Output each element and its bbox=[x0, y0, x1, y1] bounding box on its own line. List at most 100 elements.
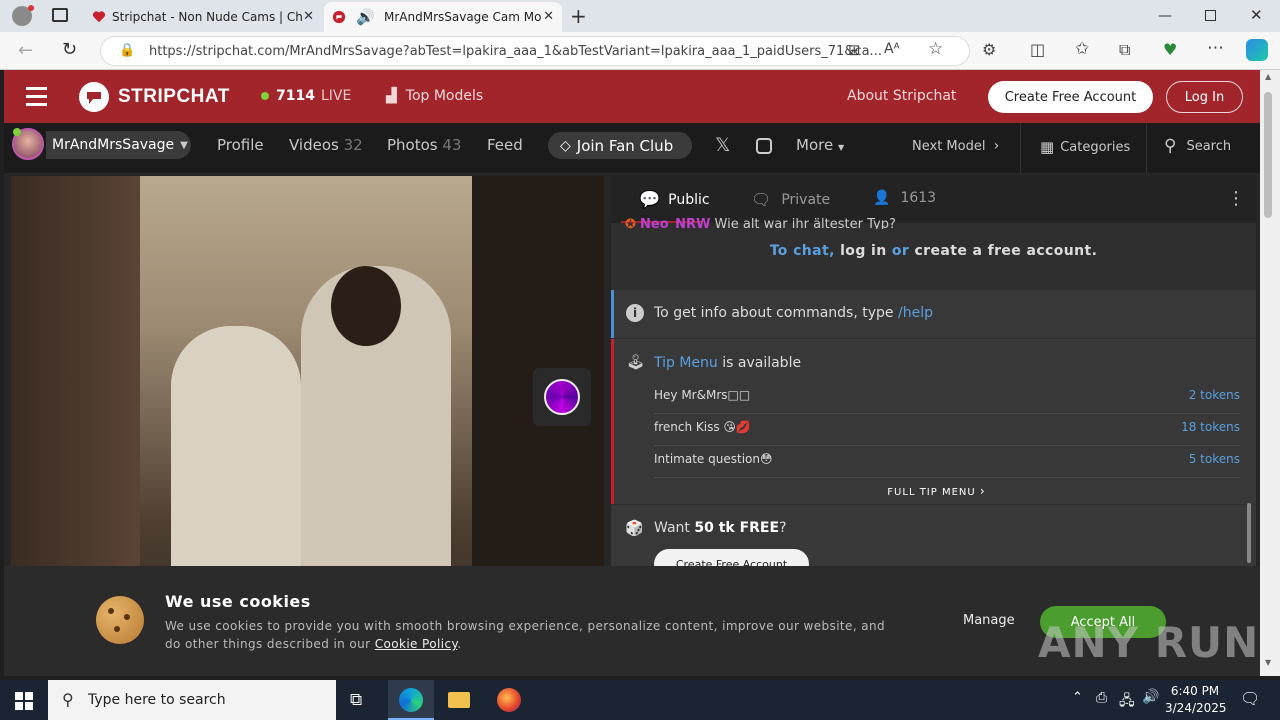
restore-icon[interactable] bbox=[1205, 10, 1216, 21]
tip-menu-link[interactable]: Tip Menu bbox=[654, 355, 718, 371]
photos-tab[interactable]: Photos 43 bbox=[387, 136, 461, 154]
help-command[interactable]: /help bbox=[898, 305, 933, 321]
fan-club-button[interactable]: ◇ Join Fan Club bbox=[548, 132, 692, 159]
heart-icon bbox=[92, 11, 106, 23]
login-button[interactable]: Log In bbox=[1166, 81, 1243, 113]
firefox-icon[interactable] bbox=[497, 688, 521, 712]
tray-chevron-icon[interactable]: ⌃ bbox=[1072, 690, 1083, 705]
clock[interactable]: 6:40 PM 3/24/2025 bbox=[1165, 683, 1227, 717]
profile-badge-icon bbox=[28, 5, 34, 11]
extensions-icon[interactable]: ⚙ bbox=[982, 40, 996, 59]
categories-label: Categories bbox=[1060, 139, 1131, 155]
feed-tab[interactable]: Feed bbox=[487, 136, 523, 154]
notifications-icon[interactable]: 🗨 bbox=[1240, 689, 1260, 708]
tip-item-label: Intimate question😳 bbox=[654, 452, 773, 466]
login-prompt-dot: . bbox=[1091, 243, 1098, 259]
minimize-icon[interactable]: — bbox=[1158, 8, 1172, 24]
windows-start-icon[interactable] bbox=[15, 692, 33, 710]
about-link[interactable]: About Stripchat bbox=[847, 88, 956, 104]
more-dropdown[interactable]: More ▼ bbox=[796, 136, 844, 154]
create-account-button[interactable]: Create Free Account bbox=[988, 81, 1153, 113]
split-screen-icon[interactable]: ◫ bbox=[1030, 40, 1045, 59]
scroll-down-icon[interactable]: ▼ bbox=[1265, 658, 1271, 667]
create-account-link[interactable]: create a free account bbox=[914, 243, 1091, 259]
collections-icon[interactable]: ⧉ bbox=[1119, 40, 1130, 60]
close-icon[interactable]: ✕ bbox=[303, 9, 314, 24]
fan-club-label: Join Fan Club bbox=[576, 136, 674, 155]
video-head bbox=[331, 266, 401, 346]
x-social-icon[interactable]: 𝕏 bbox=[715, 134, 730, 156]
spinner-button[interactable] bbox=[533, 368, 591, 426]
profile-tab[interactable]: Profile bbox=[217, 136, 264, 154]
refresh-icon[interactable]: ↻ bbox=[62, 39, 77, 60]
file-explorer-icon[interactable] bbox=[448, 692, 470, 708]
tray-device-icon[interactable]: ⎙ bbox=[1096, 690, 1107, 706]
or-text: or bbox=[891, 243, 910, 259]
task-view-icon[interactable]: ⧉ bbox=[350, 690, 362, 710]
speaker-icon[interactable]: 🔊 bbox=[356, 8, 375, 26]
tip-item-label: french Kiss 😘💋 bbox=[654, 420, 751, 434]
search-label: Search bbox=[1186, 138, 1232, 154]
close-window-icon[interactable]: ✕ bbox=[1250, 6, 1263, 24]
clock-date: 3/24/2025 bbox=[1165, 701, 1227, 715]
read-aloud-icon[interactable]: Aᴬ bbox=[884, 41, 900, 57]
tab-model-cam[interactable]: 🔊 MrAndMrsSavage Cam Mo ✕ bbox=[324, 2, 562, 32]
public-tab[interactable]: 💬 Public bbox=[639, 190, 710, 210]
back-icon[interactable]: ← bbox=[18, 40, 33, 61]
logo-text: STRIPCHAT bbox=[118, 86, 230, 107]
question-mark: ? bbox=[779, 520, 787, 536]
favorites-icon[interactable]: ✩ bbox=[1075, 39, 1089, 59]
search-icon: ⚲ bbox=[1164, 136, 1177, 156]
browser-tabbar: Stripchat - Non Nude Cams | Ch ✕ 🔊 MrAnd… bbox=[0, 0, 1280, 32]
page-scrollbar[interactable]: ▲ ▼ bbox=[1260, 70, 1280, 676]
cookie-policy-link[interactable]: Cookie Policy bbox=[375, 637, 458, 651]
favorite-star-icon[interactable]: ☆ bbox=[928, 39, 943, 59]
app-install-icon[interactable]: ⊞ bbox=[848, 41, 861, 59]
windows-taskbar: ⚲ Type here to search ⧉ ⌃ ⎙ 🖧 🔊 6:40 PM … bbox=[0, 680, 1280, 720]
model-name-dropdown[interactable]: MrAndMrsSavage ▼ bbox=[46, 131, 191, 159]
login-link[interactable]: log in bbox=[840, 243, 886, 259]
chat-options-icon[interactable]: ⋮ bbox=[1227, 188, 1245, 209]
browser-essentials-icon[interactable]: ♥ bbox=[1163, 40, 1177, 59]
new-tab-icon[interactable]: + bbox=[570, 4, 587, 28]
search-link[interactable]: ⚲ Search bbox=[1164, 136, 1231, 156]
cookie-banner: We use cookies We use cookies to provide… bbox=[4, 566, 1260, 676]
close-icon[interactable]: ✕ bbox=[543, 9, 554, 24]
site-header: STRIPCHAT 7114 LIVE ▟ Top Models About S… bbox=[4, 70, 1260, 123]
copilot-icon[interactable] bbox=[1246, 39, 1268, 61]
full-tip-menu-link[interactable]: FULL TIP MENU › bbox=[614, 484, 1256, 498]
top-models-label: Top Models bbox=[405, 88, 484, 104]
address-bar[interactable]: 🔒 https://stripchat.com/MrAndMrsSavage?a… bbox=[100, 36, 970, 66]
taskbar-search[interactable]: ⚲ Type here to search bbox=[48, 680, 336, 720]
chat-scrollbar[interactable] bbox=[1247, 503, 1251, 563]
tip-item[interactable]: Hey Mr&Mrs□□ 2 tokens bbox=[654, 382, 1240, 414]
info-icon: i bbox=[626, 304, 644, 322]
network-icon[interactable]: 🖧 bbox=[1119, 690, 1135, 714]
help-text: To get info about commands, type bbox=[654, 305, 894, 321]
tip-menu-title: Tip Menu is available bbox=[654, 355, 801, 371]
user-badge-icon: ✪ bbox=[625, 217, 636, 229]
tab-stripchat-home[interactable]: Stripchat - Non Nude Cams | Ch ✕ bbox=[84, 2, 322, 32]
edge-taskbar-icon[interactable] bbox=[388, 680, 434, 720]
site-logo[interactable]: STRIPCHAT bbox=[78, 81, 230, 113]
manage-button[interactable]: Manage bbox=[963, 613, 1015, 628]
podium-icon: ▟ bbox=[386, 88, 397, 104]
instagram-icon[interactable] bbox=[756, 138, 772, 154]
live-indicator[interactable]: 7114 LIVE bbox=[261, 88, 351, 104]
private-tab[interactable]: 🗨 Private bbox=[751, 190, 830, 209]
top-models-link[interactable]: ▟ Top Models bbox=[386, 88, 483, 104]
videos-tab[interactable]: Videos 32 bbox=[289, 136, 363, 154]
hamburger-menu-icon[interactable] bbox=[26, 87, 47, 106]
next-model-link[interactable]: Next Model › bbox=[912, 138, 999, 154]
taskbar-search-placeholder: Type here to search bbox=[88, 692, 226, 708]
settings-more-icon[interactable]: ⋯ bbox=[1207, 38, 1224, 58]
tip-item[interactable]: Intimate question😳 5 tokens bbox=[654, 446, 1240, 478]
categories-link[interactable]: ▦ Categories bbox=[1040, 138, 1130, 156]
tip-item[interactable]: french Kiss 😘💋 18 tokens bbox=[654, 414, 1240, 446]
scroll-thumb[interactable] bbox=[1264, 92, 1272, 218]
tab-actions-icon[interactable] bbox=[52, 8, 68, 22]
user-icon: 👤 bbox=[873, 190, 891, 206]
chat-username[interactable]: Neo_NRW bbox=[640, 217, 710, 229]
volume-icon[interactable]: 🔊 bbox=[1142, 689, 1159, 705]
scroll-up-icon[interactable]: ▲ bbox=[1265, 72, 1271, 81]
